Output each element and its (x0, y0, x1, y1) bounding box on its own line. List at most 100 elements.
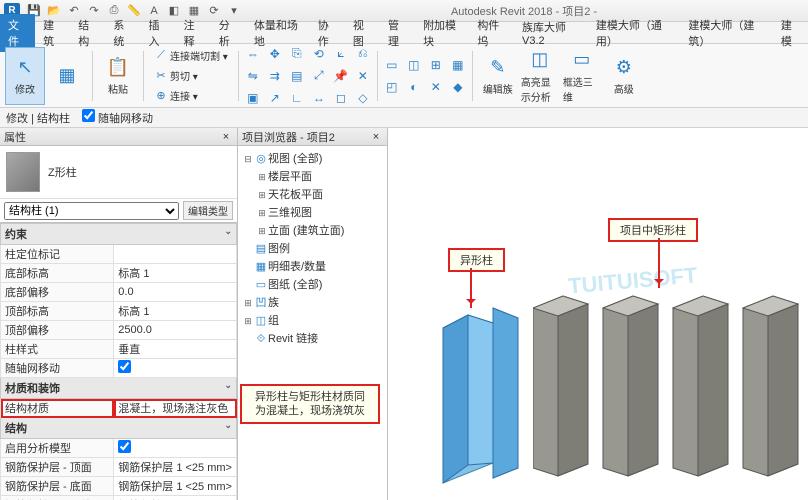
grid-move-option[interactable]: 随轴网移动 (82, 109, 153, 126)
material-value[interactable]: 混凝土，现场浇注灰色 (114, 399, 237, 418)
project-browser-panel: 项目浏览器 - 项目2 × ⊟◎视图 (全部) ⊞楼层平面 ⊞天花板平面 ⊞三维… (238, 128, 388, 500)
tab-model2[interactable]: 建模大师（建筑） (680, 14, 772, 52)
cope-icon: ⟋ (154, 49, 168, 63)
label-rect-columns: 项目中矩形柱 (608, 218, 698, 242)
view-canvas[interactable]: 异形柱与矩形柱材质同 为混凝土，现场浇筑灰 TUITUISOFT 异形柱 项目中… (388, 128, 808, 500)
type-name: Z形柱 (48, 164, 77, 180)
browser-close-icon[interactable]: × (369, 131, 383, 143)
align-icon[interactable]: ⇔ (243, 44, 263, 64)
cut-button[interactable]: ✂剪切 ▾ (150, 67, 232, 85)
top-offset-value[interactable]: 2500.0 (114, 321, 237, 340)
trim-icon[interactable]: ⟀ (331, 44, 351, 64)
tree-legends[interactable]: ▤图例 (242, 240, 383, 258)
box-icon: ▭ (570, 48, 594, 72)
cursor-icon: ↖ (13, 55, 37, 79)
label-irregular-column: 异形柱 (448, 248, 505, 272)
tool-b-icon[interactable]: ◫ (404, 55, 424, 75)
tool-d-icon[interactable]: ▦ (448, 55, 468, 75)
tool-e-icon[interactable]: ◰ (382, 77, 402, 97)
tree-sheets[interactable]: ▭图纸 (全部) (242, 276, 383, 294)
tool-g-icon[interactable]: ✕ (426, 77, 446, 97)
base-offset-value[interactable]: 0.0 (114, 283, 237, 302)
grid-move-checkbox[interactable] (82, 109, 95, 122)
tree-links[interactable]: ⟐Revit 链接 (242, 330, 383, 348)
base-level-value[interactable]: 标高 1 (114, 264, 237, 283)
filter-icon: ▦ (55, 64, 79, 88)
panel-close-icon[interactable]: × (219, 131, 233, 143)
tool-a-icon[interactable]: ▭ (382, 55, 402, 75)
type-selector[interactable]: 结构柱 (1) (4, 202, 179, 220)
join-icon: ⊕ (154, 89, 168, 103)
hide-icon[interactable]: ◇ (353, 88, 373, 108)
tab-manage[interactable]: 管理 (380, 14, 415, 52)
dim-icon[interactable]: ↔ (309, 88, 329, 108)
annotation-note-material: 异形柱与矩形柱材质同 为混凝土，现场浇筑灰 (240, 384, 380, 424)
box-3d-button[interactable]: ▭ 框选三维 (562, 47, 602, 105)
copy-icon[interactable]: ⎘ (287, 44, 307, 64)
move-icon[interactable]: ✥ (265, 44, 285, 64)
scale-icon[interactable]: ⤢ (309, 66, 329, 86)
columns-rect-group[interactable] (533, 278, 808, 498)
select-icon[interactable]: ◻ (331, 88, 351, 108)
advanced-button[interactable]: ⚙ 高级 (604, 47, 644, 105)
project-tree: ⊟◎视图 (全部) ⊞楼层平面 ⊞天花板平面 ⊞三维视图 ⊞立面 (建筑立面) … (238, 146, 387, 352)
tree-floor-plans[interactable]: ⊞楼层平面 (242, 168, 383, 186)
loc-value[interactable] (114, 245, 237, 264)
tab-famlib[interactable]: 族库大师V3.2 (514, 16, 588, 50)
tab-model3[interactable]: 建模 (773, 14, 808, 52)
tree-ceiling-plans[interactable]: ⊞天花板平面 (242, 186, 383, 204)
group-icon[interactable]: ▣ (243, 88, 263, 108)
top-level-value[interactable]: 标高 1 (114, 302, 237, 321)
highlight-icon: ◫ (528, 48, 552, 72)
ribbon-panel: ↖ 修改 ▦ 📋 粘贴 ⟋连接端切割 ▾ ✂剪切 ▾ ⊕连接 ▾ ⇔ ✥ ⎘ ⟲… (0, 44, 808, 108)
rebar-other-value[interactable]: 钢筋保护层 1 <25 mm> (114, 496, 237, 500)
edit-family-button[interactable]: ✎ 编辑族 (478, 47, 518, 105)
array-icon[interactable]: ▤ (287, 66, 307, 86)
edit-icon: ✎ (486, 55, 510, 79)
options-bar: 修改 | 结构柱 随轴网移动 (0, 108, 808, 128)
view-tool-grid: ▭ ◫ ⊞ ▦ ◰ ◐ ✕ ◆ (382, 55, 468, 97)
gear-icon: ⚙ (612, 55, 636, 79)
join-button[interactable]: ⊕连接 ▾ (150, 87, 232, 105)
paste-button[interactable]: 📋 粘贴 (98, 47, 138, 105)
offset-icon[interactable]: ⇉ (265, 66, 285, 86)
tree-3d-views[interactable]: ⊞三维视图 (242, 204, 383, 222)
ribbon-tabs: 文件 建筑 结构 系统 插入 注释 分析 体量和场地 协作 视图 管理 附加模块… (0, 22, 808, 44)
tree-schedules[interactable]: ▦明细表/数量 (242, 258, 383, 276)
column-irregular-3d[interactable] (433, 293, 523, 488)
analytic-value[interactable] (114, 439, 237, 458)
tree-elevations[interactable]: ⊞立面 (建筑立面) (242, 222, 383, 240)
browser-title: 项目浏览器 - 项目2 (242, 129, 369, 145)
delete-icon[interactable]: ✕ (353, 66, 373, 86)
tool-c-icon[interactable]: ⊞ (426, 55, 446, 75)
tool-f-icon[interactable]: ◐ (404, 77, 424, 97)
grid-move-value[interactable] (114, 359, 237, 378)
tree-groups[interactable]: ⊞◫组 (242, 312, 383, 330)
rotate-icon[interactable]: ⟲ (309, 44, 329, 64)
cope-button[interactable]: ⟋连接端切割 ▾ (150, 47, 232, 65)
modify-tool-grid: ⇔ ✥ ⎘ ⟲ ⟀ ⎌ ⇋ ⇉ ▤ ⤢ 📌 ✕ ▣ ↗ ∟ ↔ ◻ ◇ (243, 44, 373, 108)
style-value[interactable]: 垂直 (114, 340, 237, 359)
mirror-icon[interactable]: ⇋ (243, 66, 263, 86)
rebar-top-value[interactable]: 钢筋保护层 1 <25 mm> (114, 458, 237, 477)
split-icon[interactable]: ⎌ (353, 44, 373, 64)
tree-families[interactable]: ⊞凹族 (242, 294, 383, 312)
property-grid: 约束⌄ 柱定位标记 底部标高标高 1 底部偏移0.0 顶部标高标高 1 顶部偏移… (0, 223, 237, 500)
edit-type-button[interactable]: 编辑类型 (183, 201, 233, 220)
context-label: 修改 | 结构柱 (6, 110, 70, 126)
cut-icon: ✂ (154, 69, 168, 83)
tool-h-icon[interactable]: ◆ (448, 77, 468, 97)
rebar-bot-value[interactable]: 钢筋保护层 1 <25 mm> (114, 477, 237, 496)
filter-button[interactable]: ▦ (47, 47, 87, 105)
extend-icon[interactable]: ↗ (265, 88, 285, 108)
highlight-analysis-button[interactable]: ◫ 高亮显示分析 (520, 47, 560, 105)
properties-title: 属性 (4, 129, 219, 145)
pin-icon[interactable]: 📌 (331, 66, 351, 86)
paste-icon: 📋 (106, 55, 130, 79)
properties-panel: 属性 × Z形柱 结构柱 (1) 编辑类型 约束⌄ 柱定位标记 底部标高标高 1… (0, 128, 238, 500)
tree-root[interactable]: ⊟◎视图 (全部) (242, 150, 383, 168)
type-thumbnail (6, 152, 40, 192)
tab-addins[interactable]: 附加模块 (415, 14, 469, 52)
corner-icon[interactable]: ∟ (287, 88, 307, 108)
modify-button[interactable]: ↖ 修改 (5, 47, 45, 105)
